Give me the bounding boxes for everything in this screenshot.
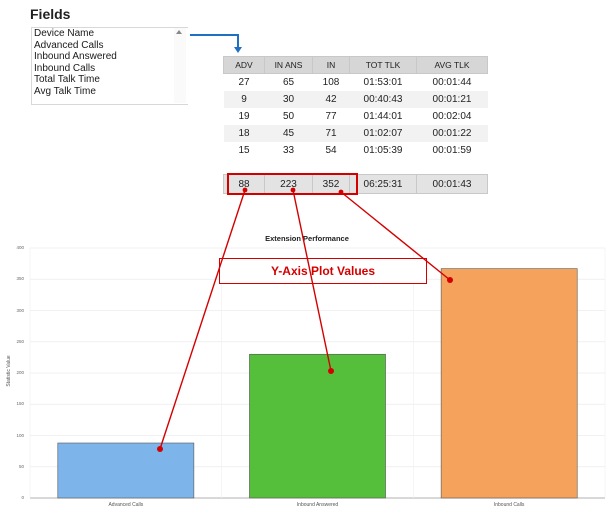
callout-dot [290,187,296,193]
callout-dot [338,189,344,195]
callout-line [159,189,246,450]
callout-dot [328,368,334,374]
callout-line [340,191,451,281]
callout-dot [447,277,453,283]
callout-dot [157,446,163,452]
annotation-lines [157,187,453,452]
callout-line [292,189,332,372]
callout-dot [242,187,248,193]
